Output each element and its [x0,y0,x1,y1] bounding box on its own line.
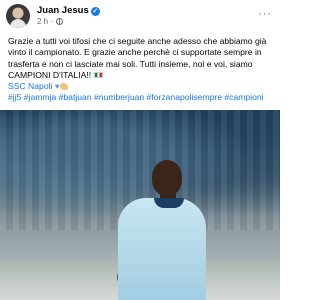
flexed-biceps-icon [59,83,68,91]
hashtags[interactable]: #jj5 #jammja #batjuan #numberjuan #forza… [8,92,274,103]
post-line-1: Grazie a tutti voi tifosi che ci seguite… [8,36,267,46]
more-options-button[interactable]: ··· [258,8,272,20]
author-name[interactable]: Juan Jesus ✓ [37,5,100,16]
globe-icon [56,18,64,25]
post-line-3: trasferta e non ci lasciate mai soli. Tu… [8,58,253,69]
post-line-2: vinto il campionato. E grazie anche perc… [8,47,262,58]
post-time[interactable]: 2 h [37,17,48,26]
italy-flag-icon [93,71,103,78]
facebook-post: Juan Jesus ✓ 2 h · ··· Grazie a tutti voi… [0,0,280,300]
post-meta: 2 h · [37,17,64,26]
blue-heart-icon: ♥ [54,82,60,92]
mention-link[interactable]: SSC Napoli [8,81,52,91]
author-name-text[interactable]: Juan Jesus [37,5,89,16]
player-head [152,160,182,196]
post-photo[interactable] [0,110,280,300]
post-line-4-text: CAMPIONI D'ITALIA!! [8,69,92,80]
verified-badge-icon: ✓ [90,7,100,16]
mention-line: SSC Napoli ♥ [8,81,274,92]
post-text: Grazie a tutti voi tifosi che ci seguite… [8,36,274,104]
player-jersey [118,198,206,300]
author-avatar[interactable] [6,4,30,28]
post-header: Juan Jesus ✓ 2 h · ··· [6,4,274,30]
post-line-4: CAMPIONI D'ITALIA!! [8,70,274,81]
